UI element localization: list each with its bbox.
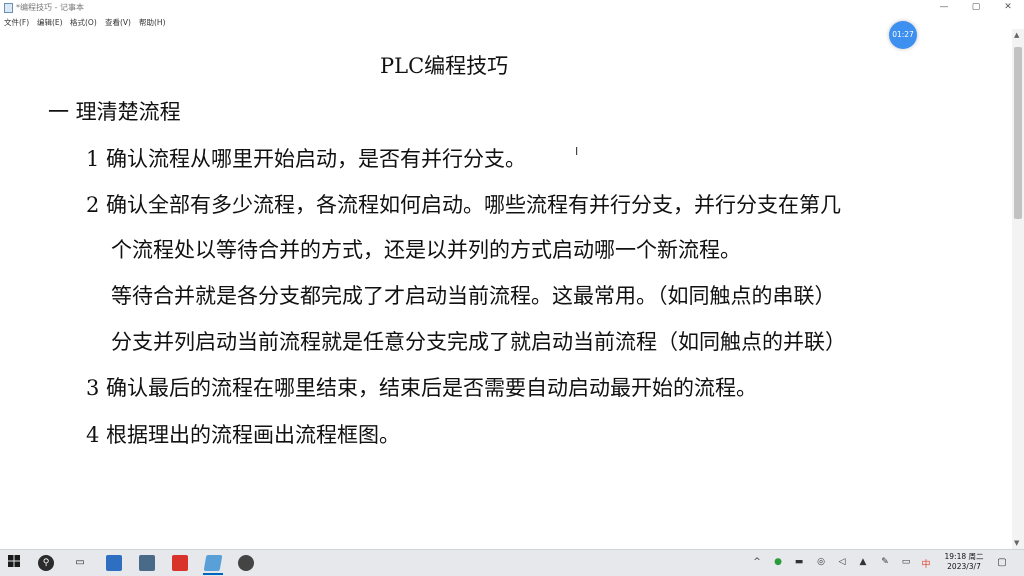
wechat-icon[interactable]: ●: [772, 557, 784, 567]
active-app-indicator: [203, 573, 223, 575]
text-line-4: 等待合并就是各分支都完成了才启动当前流程。这最常用。（如同触点的串联）: [111, 284, 836, 308]
title-bar: *编程技巧 - 记事本 — ▢ ✕: [0, 0, 1024, 16]
clock-time: 19:18 周二: [944, 552, 984, 561]
text-line-1: 1 确认流程从哪里开始启动，是否有并行分支。: [86, 147, 527, 171]
notepad-app-icon: [4, 3, 13, 13]
window-title: *编程技巧 - 记事本: [16, 3, 84, 12]
text-line-3: 个流程处以等待合并的方式，还是以并列的方式启动哪一个新流程。: [111, 238, 741, 262]
menu-file[interactable]: 文件(F): [4, 17, 29, 28]
ime-icon[interactable]: 中: [920, 557, 932, 570]
maximize-button[interactable]: ▢: [960, 0, 992, 16]
notification-icon[interactable]: ▢: [996, 557, 1008, 568]
recorder-icon[interactable]: [238, 555, 254, 571]
task-view-icon[interactable]: ▭: [72, 555, 88, 571]
usb-icon[interactable]: ▲: [857, 557, 869, 567]
keyboard-icon[interactable]: ▭: [900, 557, 912, 567]
document-title: PLC编程技巧: [380, 54, 509, 78]
app-icon[interactable]: [106, 555, 122, 571]
speaker-icon[interactable]: ◁: [836, 557, 848, 567]
scroll-thumb[interactable]: [1014, 47, 1022, 219]
search-icon[interactable]: ⚲: [38, 555, 54, 571]
minimize-button[interactable]: —: [928, 0, 960, 16]
battery-icon[interactable]: ▬: [793, 557, 805, 567]
clock-date: 2023/3/7: [947, 562, 981, 571]
text-line-6: 3 确认最后的流程在哪里结束，结束后是否需要自动启动最开始的流程。: [86, 376, 758, 400]
menu-edit[interactable]: 编辑(E): [37, 17, 63, 28]
tray-overflow-icon[interactable]: ^: [751, 557, 763, 567]
menu-help[interactable]: 帮助(H): [139, 17, 166, 28]
plc-software-icon[interactable]: [172, 555, 188, 571]
text-line-2: 2 确认全部有多少流程，各流程如何启动。哪些流程有并行分支，并行分支在第几: [86, 193, 842, 217]
section-heading: 一 理清楚流程: [48, 100, 181, 124]
text-caret: I: [575, 145, 579, 158]
system-clock[interactable]: 19:18 周二 2023/3/7: [940, 552, 988, 572]
taskbar: ⚲ ▭ ^ ● ▬ ◎ ◁ ▲ ✎ ▭ 中 19:18 周二 2023/3/7 …: [0, 549, 1024, 576]
close-button[interactable]: ✕: [992, 0, 1024, 16]
network-icon[interactable]: ◎: [815, 557, 827, 567]
vertical-scrollbar[interactable]: ▲ ▼: [1012, 29, 1024, 549]
text-editor[interactable]: PLC编程技巧 一 理清楚流程 1 确认流程从哪里开始启动，是否有并行分支。 I…: [0, 29, 1012, 549]
notepad-icon[interactable]: [203, 555, 223, 571]
recording-timer[interactable]: 01:27: [889, 21, 917, 49]
scroll-up-icon[interactable]: ▲: [1014, 31, 1019, 39]
menu-format[interactable]: 格式(O): [70, 17, 97, 28]
text-line-7: 4 根据理出的流程画出流程框图。: [86, 423, 401, 447]
scroll-down-icon[interactable]: ▼: [1014, 539, 1019, 547]
calculator-icon[interactable]: [139, 555, 155, 571]
windows-start-icon[interactable]: [6, 555, 22, 571]
menu-view[interactable]: 查看(V): [105, 17, 131, 28]
text-line-5: 分支并列启动当前流程就是任意分支完成了就启动当前流程（如同触点的并联）: [111, 330, 846, 354]
menu-bar: 文件(F) 编辑(E) 格式(O) 查看(V) 帮助(H): [0, 16, 1024, 29]
pen-icon[interactable]: ✎: [879, 557, 891, 567]
